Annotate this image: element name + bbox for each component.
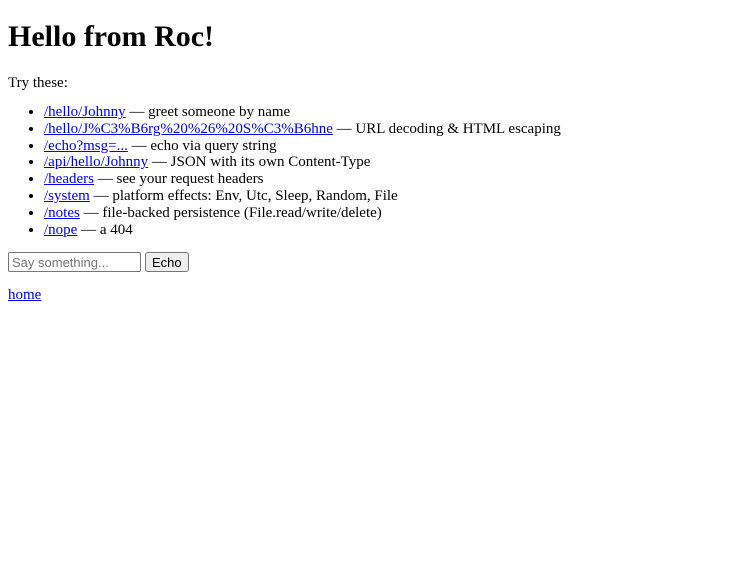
route-link-system[interactable]: /system [44,188,90,204]
route-description: — file-backed persistence (File.read/wri… [79,204,382,221]
list-item: /headers — see your request headers [44,171,733,188]
route-link-api-hello[interactable]: /api/hello/Johnny [44,154,148,170]
route-link-hello-encoded[interactable]: /hello/J%C3%B6rg%20%26%20S%C3%B6hne [44,121,333,137]
echo-form: Echo [8,252,733,273]
route-description: — URL decoding & HTML escaping [332,120,561,137]
list-item: /hello/Johnny — greet someone by name [44,104,733,121]
route-description: — greet someone by name [125,104,291,120]
route-link-notes[interactable]: /notes [44,205,80,221]
list-item: /api/hello/Johnny — JSON with its own Co… [44,154,733,171]
route-description: — a 404 [77,221,133,238]
route-link-nope[interactable]: /nope [44,222,77,238]
route-description: — JSON with its own Content-Type [148,154,371,171]
echo-button[interactable]: Echo [145,252,189,273]
page: Hello from Roc! Try these: /hello/Johnny… [0,20,741,304]
route-description: — echo via query string [127,137,277,154]
route-description: — see your request headers [93,171,264,188]
list-item: /nope — a 404 [44,222,733,239]
intro-text: Try these: [8,75,68,91]
list-item: /system — platform effects: Env, Utc, Sl… [44,188,733,205]
route-link-echo[interactable]: /echo?msg=... [44,138,128,154]
home-link[interactable]: home [8,286,733,304]
route-list: /hello/Johnny — greet someone by name /h… [8,104,733,238]
page-title: Hello from Roc! [8,20,215,53]
route-description: — platform effects: Env, Utc, Sleep, Ran… [89,187,398,204]
list-item: /notes — file-backed persistence (File.r… [44,205,733,222]
route-link-hello[interactable]: /hello/Johnny [44,104,126,120]
route-link-headers[interactable]: /headers [44,171,94,187]
list-item: /echo?msg=... — echo via query string [44,138,733,155]
list-item: /hello/J%C3%B6rg%20%26%20S%C3%B6hne — UR… [44,121,733,138]
message-input[interactable] [8,252,141,273]
